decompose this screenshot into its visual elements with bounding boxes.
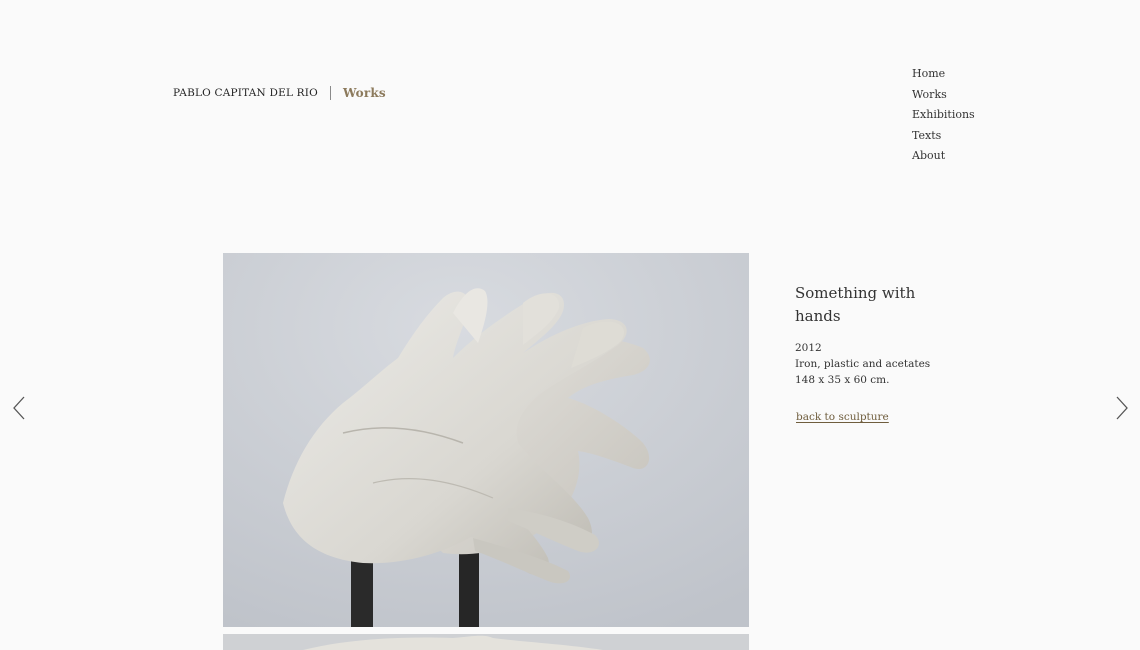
prev-arrow-button[interactable]	[11, 396, 27, 420]
chevron-left-icon	[13, 396, 25, 420]
artwork-info: Something with hands 2012 Iron, plastic …	[795, 282, 955, 424]
site-brand: PABLO CAPITAN DEL RIO Works	[173, 86, 386, 100]
nav-item-works[interactable]: Works	[912, 87, 975, 103]
artwork-year: 2012	[795, 342, 822, 354]
artwork-photo	[223, 253, 749, 627]
main-nav: Home Works Exhibitions Texts About	[912, 66, 975, 164]
nav-item-home[interactable]: Home	[912, 66, 975, 82]
next-arrow-button[interactable]	[1114, 396, 1130, 420]
page: PABLO CAPITAN DEL RIO Works Home Works E…	[0, 0, 1140, 650]
brand-divider	[329, 86, 331, 100]
chevron-right-icon	[1116, 396, 1128, 420]
nav-item-texts[interactable]: Texts	[912, 128, 975, 144]
artwork-dimensions: 148 x 35 x 60 cm.	[795, 374, 890, 386]
back-to-sculpture-link[interactable]: back to sculpture	[796, 411, 889, 423]
nav-item-about[interactable]: About	[912, 148, 975, 164]
sculpture-secondary-image	[223, 634, 749, 650]
nav-item-exhibitions[interactable]: Exhibitions	[912, 107, 975, 123]
artwork-photo-secondary	[223, 634, 749, 650]
artist-name[interactable]: PABLO CAPITAN DEL RIO	[173, 87, 318, 99]
artwork-materials: Iron, plastic and acetates	[795, 358, 931, 370]
section-title[interactable]: Works	[343, 86, 386, 100]
artwork-title: Something with hands	[795, 284, 916, 325]
sculpture-hands-image	[223, 253, 749, 627]
